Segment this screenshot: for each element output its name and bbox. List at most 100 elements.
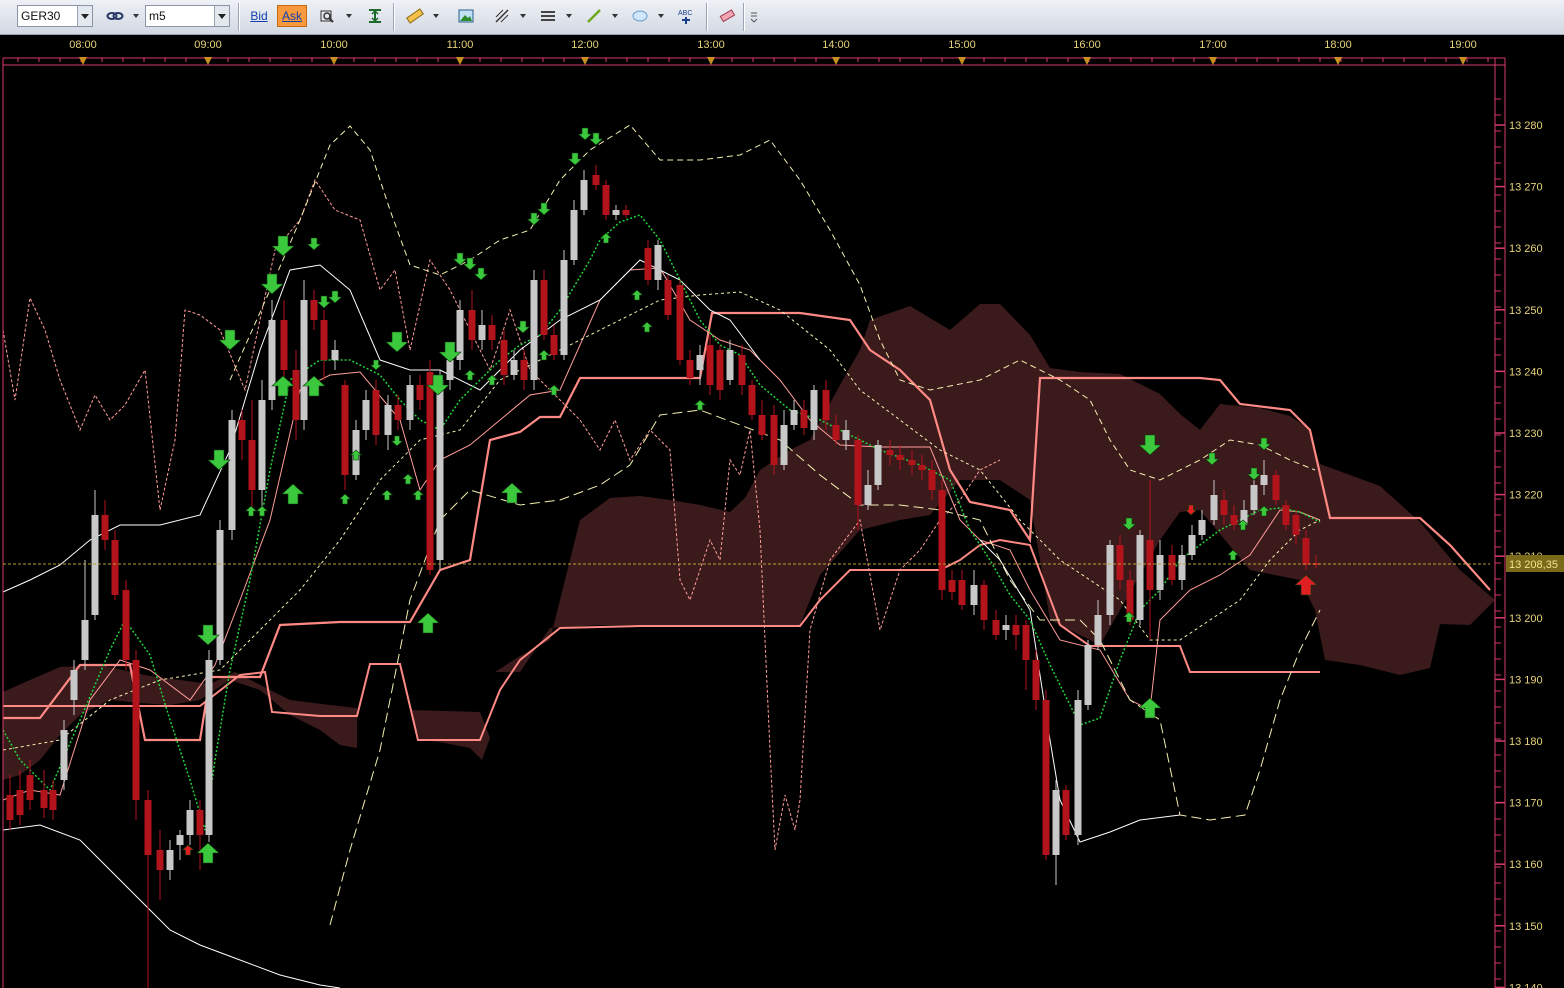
bearish-candle xyxy=(992,620,1000,635)
red-up-arrow-icon xyxy=(181,844,195,856)
symbol-select[interactable]: GER30 xyxy=(17,5,93,27)
current-price-label: 13 208,35 xyxy=(1509,559,1558,571)
bearish-candle xyxy=(896,455,904,460)
image-icon[interactable] xyxy=(455,5,475,27)
cloud-segment-1 xyxy=(3,665,357,780)
bullish-candle xyxy=(300,300,308,420)
buy-arrow-icon xyxy=(244,505,258,517)
buy-arrow-icon xyxy=(401,473,415,485)
bearish-candle xyxy=(706,345,714,385)
ruler-icon[interactable] xyxy=(404,5,424,27)
price-label: 13 270 xyxy=(1509,182,1543,194)
bearish-candle xyxy=(1292,515,1300,535)
bearish-candle xyxy=(394,405,402,420)
chevron-down-icon[interactable] xyxy=(214,6,229,26)
trading-platform-window: GER30 m5 Bid Ask ABC 08:00 09:00 10:00 1… xyxy=(0,0,1564,988)
chevron-down-icon[interactable] xyxy=(77,6,92,26)
bullish-candle xyxy=(1178,555,1186,580)
sell-arrow-icon xyxy=(473,267,489,281)
buy-arrow-icon xyxy=(537,349,551,361)
bullish-candle xyxy=(331,350,339,360)
ruler-dropdown[interactable] xyxy=(433,5,441,27)
indicator-dropdown[interactable] xyxy=(566,5,574,27)
buy-arrow-icon xyxy=(463,369,477,381)
bullish-candle xyxy=(810,390,818,430)
link-icon[interactable] xyxy=(104,5,124,27)
bullish-candle xyxy=(530,280,538,380)
sell-arrow-icon xyxy=(390,435,404,447)
sell-arrow-icon xyxy=(306,237,322,251)
time-marker-icon xyxy=(456,57,464,65)
bullish-candle xyxy=(384,405,392,435)
ellipse-icon[interactable] xyxy=(629,5,649,27)
time-label: 16:00 xyxy=(1073,39,1101,51)
bullish-candle xyxy=(1094,615,1102,645)
time-marker-icon xyxy=(1459,57,1467,65)
bearish-candle xyxy=(886,450,894,455)
bearish-candle xyxy=(341,385,349,475)
bullish-candle xyxy=(436,380,444,560)
bearish-candle xyxy=(1042,700,1050,855)
bearish-candle xyxy=(1022,625,1030,660)
ellipse-dropdown[interactable] xyxy=(658,5,666,27)
bullish-candle xyxy=(864,485,872,505)
bullish-candle xyxy=(1198,520,1206,535)
indicator-list-icon[interactable] xyxy=(537,5,557,27)
bearish-candle xyxy=(238,420,246,440)
bearish-candle xyxy=(1062,790,1070,835)
bullish-candle xyxy=(406,385,414,420)
buy-arrow-icon xyxy=(599,232,613,244)
bearish-candle xyxy=(738,355,746,385)
bearish-candle xyxy=(49,790,57,810)
bearish-candle xyxy=(292,370,300,420)
crosshair-icon[interactable] xyxy=(491,5,511,27)
sell-arrow-icon xyxy=(369,359,383,371)
bearish-candle xyxy=(132,660,140,800)
sell-arrow-icon xyxy=(271,235,295,257)
trendline-dropdown[interactable] xyxy=(612,5,620,27)
bullish-candle xyxy=(1250,485,1258,510)
time-marker-icon xyxy=(1083,57,1091,65)
bullish-candle xyxy=(70,670,78,700)
text-label-icon[interactable]: ABC xyxy=(675,5,695,27)
time-marker-icon xyxy=(1209,57,1217,65)
bearish-candle xyxy=(320,320,328,360)
bearish-candle xyxy=(800,410,808,428)
sell-arrow-icon xyxy=(567,152,583,166)
link-dropdown[interactable] xyxy=(133,5,141,27)
bearish-candle xyxy=(1272,475,1280,500)
envelope-lower xyxy=(2,824,341,988)
bullish-candle xyxy=(60,730,68,780)
bullish-candle xyxy=(842,430,850,440)
crosshair-dropdown[interactable] xyxy=(520,5,528,27)
svg-text:ABC: ABC xyxy=(678,10,692,17)
trendline-icon[interactable] xyxy=(583,5,603,27)
price-chart[interactable]: 08:00 09:00 10:00 11:00 12:00 13:00 14:00 15:00… xyxy=(0,35,1564,988)
bullish-candle xyxy=(970,585,978,605)
bearish-candle xyxy=(248,440,256,490)
ask-button[interactable]: Ask xyxy=(277,5,307,27)
zoom-icon[interactable] xyxy=(317,5,337,27)
bullish-candle xyxy=(726,350,734,380)
price-label: 13 250 xyxy=(1509,305,1543,317)
bearish-candle xyxy=(426,372,434,570)
fit-icon[interactable] xyxy=(364,5,384,27)
bid-button[interactable]: Bid xyxy=(246,5,272,27)
bearish-candle xyxy=(664,280,672,315)
sell-arrow-icon xyxy=(260,273,284,295)
price-axis: 13 280 13 270 13 260 13 250 13 240 13 230 13 2… xyxy=(1495,120,1543,988)
price-label: 13 140 xyxy=(1509,982,1543,988)
bearish-candle xyxy=(832,425,840,440)
time-label: 14:00 xyxy=(822,39,850,51)
bullish-candle xyxy=(258,400,266,490)
eraser-icon[interactable] xyxy=(716,5,736,27)
bullish-candle xyxy=(176,835,184,845)
timeframe-value: m5 xyxy=(149,9,166,23)
time-label: 13:00 xyxy=(697,39,725,51)
more-icon[interactable] xyxy=(746,5,758,27)
zoom-dropdown[interactable] xyxy=(346,5,354,27)
bearish-candle xyxy=(1146,540,1154,590)
bearish-candle xyxy=(16,790,24,815)
bullish-candle xyxy=(1188,535,1196,555)
timeframe-select[interactable]: m5 xyxy=(145,5,230,27)
